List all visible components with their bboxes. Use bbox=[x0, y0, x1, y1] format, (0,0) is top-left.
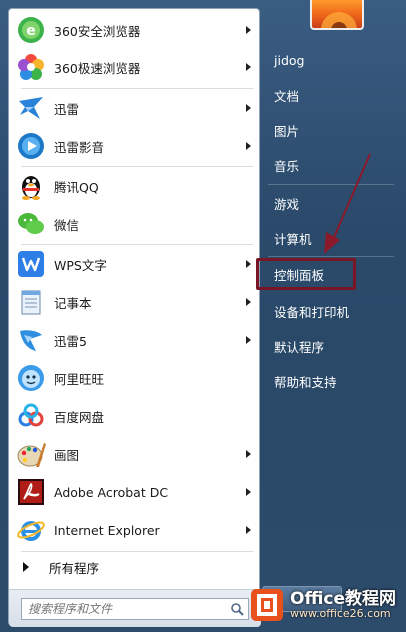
separator bbox=[21, 166, 253, 167]
right-item-label: 图片 bbox=[274, 123, 300, 139]
thunder-player-icon bbox=[15, 130, 47, 162]
program-label: 记事本 bbox=[54, 295, 92, 311]
right-item-label: 文档 bbox=[274, 88, 300, 104]
program-label: 微信 bbox=[54, 217, 80, 233]
right-item-pictures[interactable]: 图片 bbox=[262, 114, 400, 146]
program-item-internet-explorer[interactable]: Internet Explorer bbox=[13, 512, 257, 548]
program-item-notepad[interactable]: 记事本 bbox=[13, 284, 257, 320]
all-programs-button[interactable]: 所有程序 bbox=[13, 554, 257, 580]
submenu-arrow-icon bbox=[246, 488, 251, 496]
right-item-label: 音乐 bbox=[274, 158, 300, 174]
search-box bbox=[21, 598, 249, 620]
right-item-documents[interactable]: 文档 bbox=[262, 79, 400, 111]
watermark-text: Office教程网 www.office26.com bbox=[290, 588, 397, 621]
program-label: 迅雷影音 bbox=[54, 139, 105, 155]
baidu-netdisk-icon bbox=[15, 400, 47, 432]
program-item-thunder-player[interactable]: 迅雷影音 bbox=[13, 128, 257, 164]
program-label: 迅雷5 bbox=[54, 333, 87, 349]
program-item-360-speed-browser[interactable]: 360极速浏览器 bbox=[13, 49, 257, 85]
program-item-wechat[interactable]: 微信 bbox=[13, 206, 257, 242]
program-label: 迅雷 bbox=[54, 101, 80, 117]
right-item-devices-printers[interactable]: 设备和打印机 bbox=[262, 295, 400, 327]
program-item-aliwangwang[interactable]: 阿里旺旺 bbox=[13, 360, 257, 396]
program-label: WPS文字 bbox=[54, 257, 107, 273]
right-item-label: jidog bbox=[274, 52, 305, 68]
aliwangwang-icon bbox=[15, 362, 47, 394]
program-item-qq[interactable]: 腾讯QQ bbox=[13, 168, 257, 204]
search-input[interactable] bbox=[22, 599, 226, 619]
separator bbox=[21, 244, 253, 245]
program-label: 360极速浏览器 bbox=[54, 60, 141, 76]
watermark: Office教程网 www.office26.com bbox=[244, 578, 406, 632]
program-label: Adobe Acrobat DC bbox=[54, 484, 169, 500]
wechat-icon bbox=[15, 208, 47, 240]
360-speed-browser-icon bbox=[15, 51, 47, 83]
submenu-arrow-icon bbox=[246, 450, 251, 458]
acrobat-icon bbox=[15, 476, 47, 508]
right-item-label: 默认程序 bbox=[274, 339, 325, 355]
qq-penguin-icon bbox=[15, 170, 47, 202]
user-avatar[interactable] bbox=[310, 0, 364, 30]
annotation-arrow-icon bbox=[324, 153, 371, 254]
thunder-icon bbox=[15, 92, 47, 124]
submenu-arrow-icon bbox=[246, 104, 251, 112]
360-safe-browser-icon: e bbox=[15, 14, 47, 46]
program-label: Internet Explorer bbox=[54, 522, 160, 538]
right-item-help-support[interactable]: 帮助和支持 bbox=[262, 365, 400, 397]
right-item-label: 计算机 bbox=[274, 231, 312, 247]
program-item-paint[interactable]: 画图 bbox=[13, 436, 257, 472]
submenu-arrow-icon bbox=[246, 260, 251, 268]
submenu-arrow-icon bbox=[246, 336, 251, 344]
program-item-baidu-netdisk[interactable]: 百度网盘 bbox=[13, 398, 257, 434]
notepad-icon bbox=[15, 286, 47, 318]
program-label: 百度网盘 bbox=[54, 409, 105, 425]
internet-explorer-icon bbox=[15, 514, 47, 546]
submenu-arrow-icon bbox=[246, 298, 251, 306]
office-logo-icon bbox=[248, 586, 286, 624]
program-item-adobe-acrobat[interactable]: Adobe Acrobat DC bbox=[13, 474, 257, 510]
flower-icon bbox=[321, 12, 357, 28]
program-item-thunder[interactable]: 迅雷 bbox=[13, 90, 257, 126]
triangle-right-icon bbox=[23, 562, 29, 572]
right-item-label: 设备和打印机 bbox=[274, 304, 350, 320]
right-item-default-programs[interactable]: 默认程序 bbox=[262, 330, 400, 362]
program-label: 360安全浏览器 bbox=[54, 23, 141, 39]
submenu-arrow-icon bbox=[246, 26, 251, 34]
right-item-label: 游戏 bbox=[274, 196, 300, 212]
thunder5-icon bbox=[15, 324, 47, 356]
programs-pane: e 360安全浏览器 360极速浏览器 迅雷 迅雷影音 腾讯QQ 微信 WPS文… bbox=[8, 8, 261, 627]
start-menu: e 360安全浏览器 360极速浏览器 迅雷 迅雷影音 腾讯QQ 微信 WPS文… bbox=[0, 0, 406, 632]
program-item-360-safe-browser[interactable]: e 360安全浏览器 bbox=[13, 12, 257, 48]
submenu-arrow-icon bbox=[246, 63, 251, 71]
highlight-box bbox=[256, 258, 356, 290]
program-item-wps-writer[interactable]: WPS文字 bbox=[13, 246, 257, 282]
submenu-arrow-icon bbox=[246, 142, 251, 150]
program-item-thunder5[interactable]: 迅雷5 bbox=[13, 322, 257, 358]
watermark-title: Office教程网 bbox=[290, 588, 397, 609]
program-label: 腾讯QQ bbox=[54, 179, 99, 195]
submenu-arrow-icon bbox=[246, 526, 251, 534]
separator bbox=[21, 551, 253, 552]
program-label: 阿里旺旺 bbox=[54, 371, 105, 387]
all-programs-label: 所有程序 bbox=[49, 560, 100, 576]
search-area bbox=[9, 589, 261, 627]
program-label: 画图 bbox=[54, 447, 80, 463]
paint-icon bbox=[15, 438, 47, 470]
right-item-label: 帮助和支持 bbox=[274, 374, 337, 390]
right-item-user[interactable]: jidog bbox=[262, 44, 400, 76]
wps-writer-icon bbox=[15, 248, 47, 280]
svg-text:e: e bbox=[26, 23, 36, 39]
separator bbox=[21, 88, 253, 89]
watermark-url: www.office26.com bbox=[290, 607, 391, 621]
